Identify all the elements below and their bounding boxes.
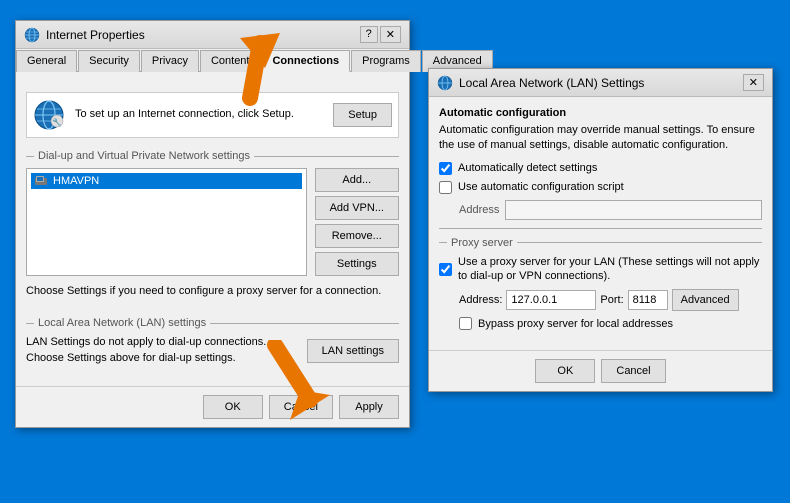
port-label: Port: xyxy=(600,294,623,306)
title-bar-left: Internet Properties xyxy=(24,27,145,43)
port-input[interactable] xyxy=(628,290,668,310)
lan-ok-button[interactable]: OK xyxy=(535,359,595,383)
auto-config-section: Automatic configuration Automatic config… xyxy=(439,107,762,220)
lan-row: LAN Settings do not apply to dial-up con… xyxy=(26,335,399,366)
dialup-section-label: Dial-up and Virtual Private Network sett… xyxy=(26,150,399,162)
bypass-checkbox[interactable] xyxy=(459,317,472,330)
lan-description: LAN Settings do not apply to dial-up con… xyxy=(26,335,297,366)
add-vpn-button[interactable]: Add VPN... xyxy=(315,196,399,220)
lan-icon xyxy=(437,75,453,91)
tab-privacy[interactable]: Privacy xyxy=(141,50,199,72)
use-script-row: Use automatic configuration script xyxy=(439,181,762,194)
vpn-buttons: Add... Add VPN... Remove... Settings xyxy=(315,168,399,276)
auto-detect-label: Automatically detect settings xyxy=(458,162,597,174)
proxy-server-header: Proxy server xyxy=(439,237,762,249)
proxy-address-row: Address: Port: Advanced xyxy=(439,289,762,311)
lan-settings-title-bar: Local Area Network (LAN) Settings ✕ xyxy=(429,69,772,97)
dialup-section: Dial-up and Virtual Private Network sett… xyxy=(26,150,399,299)
bypass-label: Bypass proxy server for local addresses xyxy=(478,318,673,330)
advanced-button[interactable]: Advanced xyxy=(672,289,739,311)
lan-section-label: Local Area Network (LAN) settings xyxy=(26,317,399,329)
proxy-info-text: Choose Settings if you need to configure… xyxy=(26,284,399,299)
internet-props-body: General Security Privacy Content Connect… xyxy=(16,49,409,427)
cancel-button[interactable]: Cancel xyxy=(269,395,333,419)
use-script-checkbox[interactable] xyxy=(439,181,452,194)
lan-settings-title: Local Area Network (LAN) Settings xyxy=(459,76,644,90)
lan-cancel-button[interactable]: Cancel xyxy=(601,359,665,383)
lan-settings-button[interactable]: LAN settings xyxy=(307,339,399,363)
lan-title-controls: ✕ xyxy=(743,74,764,91)
internet-props-title: Internet Properties xyxy=(46,28,145,42)
use-proxy-label: Use a proxy server for your LAN (These s… xyxy=(458,255,762,284)
use-script-label: Use automatic configuration script xyxy=(458,181,624,193)
internet-properties-dialog: Internet Properties ? ✕ General Security… xyxy=(15,20,410,428)
tab-programs[interactable]: Programs xyxy=(351,50,421,72)
lan-settings-footer: OK Cancel xyxy=(429,350,772,391)
settings-button[interactable]: Settings xyxy=(315,252,399,276)
proxy-address-label: Address: xyxy=(459,294,502,306)
auto-config-title: Automatic configuration xyxy=(439,107,762,119)
proxy-address-input[interactable] xyxy=(506,290,596,310)
lan-title-left: Local Area Network (LAN) Settings xyxy=(437,75,644,91)
auto-detect-checkbox[interactable] xyxy=(439,162,452,175)
apply-button[interactable]: Apply xyxy=(339,395,399,419)
address-input[interactable] xyxy=(505,200,762,220)
tab-security[interactable]: Security xyxy=(78,50,140,72)
remove-button[interactable]: Remove... xyxy=(315,224,399,248)
help-title-btn[interactable]: ? xyxy=(360,26,378,43)
vpn-list-item[interactable]: HMAVPN xyxy=(31,173,302,189)
title-controls: ? ✕ xyxy=(360,26,401,43)
connections-tab-content: 🔧 To set up an Internet connection, clic… xyxy=(16,82,409,376)
add-button[interactable]: Add... xyxy=(315,168,399,192)
use-proxy-row: Use a proxy server for your LAN (These s… xyxy=(439,255,762,284)
internet-props-icon xyxy=(24,27,40,43)
svg-text:🔧: 🔧 xyxy=(52,117,62,127)
auto-config-text: Automatic configuration may override man… xyxy=(439,123,762,154)
auto-detect-row: Automatically detect settings xyxy=(439,162,762,175)
use-proxy-checkbox[interactable] xyxy=(439,263,452,276)
vpn-list: HMAVPN xyxy=(26,168,307,276)
internet-props-title-bar: Internet Properties ? ✕ xyxy=(16,21,409,49)
lan-settings-dialog: Local Area Network (LAN) Settings ✕ Auto… xyxy=(428,68,773,392)
tab-content[interactable]: Content xyxy=(200,50,261,72)
globe-icon: 🔧 xyxy=(33,99,65,131)
internet-props-footer: OK Cancel Apply xyxy=(16,386,409,427)
setup-button[interactable]: Setup xyxy=(333,103,392,127)
setup-row: 🔧 To set up an Internet connection, clic… xyxy=(26,92,399,138)
tabs-container: General Security Privacy Content Connect… xyxy=(16,49,409,72)
tab-general[interactable]: General xyxy=(16,50,77,72)
setup-description: To set up an Internet connection, click … xyxy=(75,107,323,122)
proxy-server-section: Proxy server Use a proxy server for your… xyxy=(439,237,762,331)
lan-settings-body: Automatic configuration Automatic config… xyxy=(429,97,772,340)
script-address-row: Address xyxy=(439,200,762,220)
divider xyxy=(439,228,762,229)
lan-close-btn[interactable]: ✕ xyxy=(743,74,764,91)
bypass-row: Bypass proxy server for local addresses xyxy=(439,317,762,330)
address-label: Address xyxy=(459,204,499,216)
tab-connections[interactable]: Connections xyxy=(261,50,350,72)
close-title-btn[interactable]: ✕ xyxy=(380,26,401,43)
lan-section: Local Area Network (LAN) settings LAN Se… xyxy=(26,309,399,366)
ok-button[interactable]: OK xyxy=(203,395,263,419)
vpn-list-container: HMAVPN Add... Add VPN... Remove... Setti… xyxy=(26,168,399,276)
